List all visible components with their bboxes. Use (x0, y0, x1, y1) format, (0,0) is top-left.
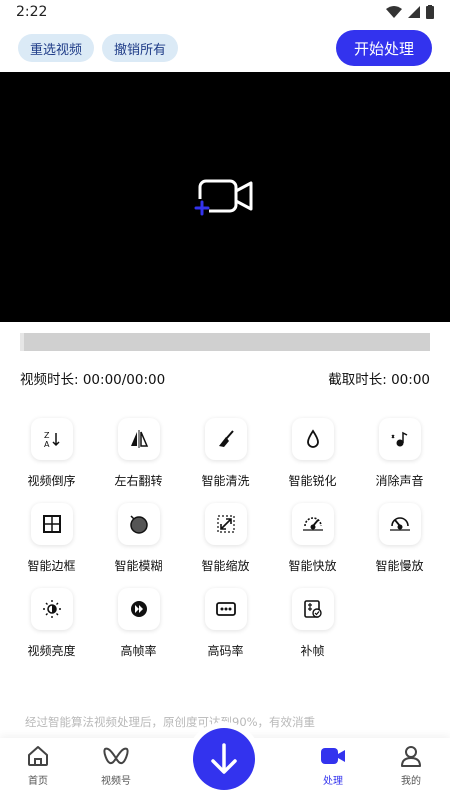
home-icon (28, 746, 48, 766)
feature-fast[interactable]: 智能快放 (269, 503, 356, 574)
feature-scale[interactable]: 智能缩放 (182, 503, 269, 574)
fast-forward-icon (130, 601, 147, 617)
feature-label: 智能缩放 (201, 559, 250, 573)
status-bar: 2:22 (0, 0, 450, 24)
description-text: 经过智能算法视频处理后，原创度可达到90%，有效消重 (25, 715, 316, 729)
feature-label: 智能慢放 (375, 559, 424, 573)
nav-channels-label: 视频号 (101, 776, 131, 787)
feature-frame-fill[interactable]: 补帧 (269, 588, 356, 659)
feature-high-fps[interactable]: 高帧率 (95, 588, 182, 659)
feature-label: 高码率 (207, 644, 244, 658)
nav-process-label: 处理 (323, 776, 343, 787)
feature-sharpen[interactable]: 智能锐化 (269, 418, 356, 489)
frame-fill-icon (303, 600, 322, 618)
video-preview[interactable] (0, 72, 450, 322)
feature-label: 补帧 (300, 644, 325, 658)
start-processing-button[interactable]: 开始处理 (335, 30, 432, 66)
feature-reverse[interactable]: ZA 视频倒序 (8, 418, 95, 489)
download-fab-button[interactable] (193, 728, 255, 790)
feature-label: 智能边框 (27, 559, 76, 573)
feature-blur[interactable]: 智能模糊 (95, 503, 182, 574)
feature-border[interactable]: 智能边框 (8, 503, 95, 574)
status-icons (386, 5, 434, 19)
feature-high-bitrate[interactable]: 高码率 (182, 588, 269, 659)
feature-label: 智能快放 (288, 559, 337, 573)
feature-label: 视频倒序 (27, 474, 76, 488)
duration-row: 视频时长: 00:00/00:00 截取时长: 00:00 (20, 368, 430, 388)
border-grid-icon (42, 515, 61, 533)
nav-mine-label: 我的 (401, 776, 421, 787)
video-duration-text: 视频时长: 00:00/00:00 (20, 372, 166, 388)
video-camera-icon (321, 748, 345, 764)
feature-grid: ZA 视频倒序 左右翻转 智能清洗 智能锐化 消除声音 智能边框 智能模糊 智能… (0, 418, 450, 673)
nav-mine[interactable]: 我的 (381, 744, 441, 787)
flip-horizontal-icon (130, 430, 148, 448)
timeline-bar[interactable] (20, 333, 430, 351)
nav-process[interactable]: 处理 (303, 744, 363, 787)
broom-icon (218, 430, 234, 447)
nav-home[interactable]: 首页 (8, 744, 68, 787)
channels-icon (103, 747, 129, 765)
droplet-icon (306, 429, 319, 448)
svg-text:Z: Z (44, 431, 50, 440)
slow-speedometer-icon (389, 517, 410, 531)
scale-arrows-icon (216, 515, 235, 533)
undo-all-button[interactable]: 撤销所有 (102, 34, 179, 62)
feature-brightness[interactable]: 视频亮度 (8, 588, 95, 659)
arrow-down-icon (211, 743, 237, 774)
dots-box-icon (215, 602, 236, 616)
feature-label: 消除声音 (375, 474, 424, 488)
feature-flip[interactable]: 左右翻转 (95, 418, 182, 489)
person-icon (401, 746, 421, 767)
brightness-icon (42, 600, 61, 618)
nav-home-label: 首页 (28, 776, 48, 787)
battery-icon (426, 5, 434, 19)
feature-label: 智能模糊 (114, 559, 163, 573)
nav-channels[interactable]: 视频号 (86, 744, 146, 787)
svg-text:A: A (44, 440, 50, 449)
mute-note-icon (391, 431, 407, 447)
feature-label: 高帧率 (120, 644, 157, 658)
signal-icon (408, 6, 420, 18)
blur-ball-icon (129, 515, 148, 534)
reselect-video-button[interactable]: 重选视频 (18, 34, 95, 62)
feature-clean[interactable]: 智能清洗 (182, 418, 269, 489)
feature-label: 视频亮度 (27, 644, 76, 658)
feature-mute[interactable]: 消除声音 (356, 418, 443, 489)
reverse-sort-icon: ZA (44, 431, 60, 449)
status-time: 2:22 (16, 4, 48, 20)
feature-label: 左右翻转 (114, 474, 163, 488)
fast-speedometer-icon (302, 517, 323, 531)
top-toolbar: 重选视频 撤销所有 开始处理 (0, 28, 450, 68)
clip-duration-text: 截取时长: 00:00 (328, 372, 430, 388)
feature-label: 智能锐化 (288, 474, 337, 488)
add-video-icon[interactable] (193, 177, 257, 217)
wifi-icon (386, 6, 402, 18)
feature-slow[interactable]: 智能慢放 (356, 503, 443, 574)
feature-label: 智能清洗 (201, 474, 250, 488)
